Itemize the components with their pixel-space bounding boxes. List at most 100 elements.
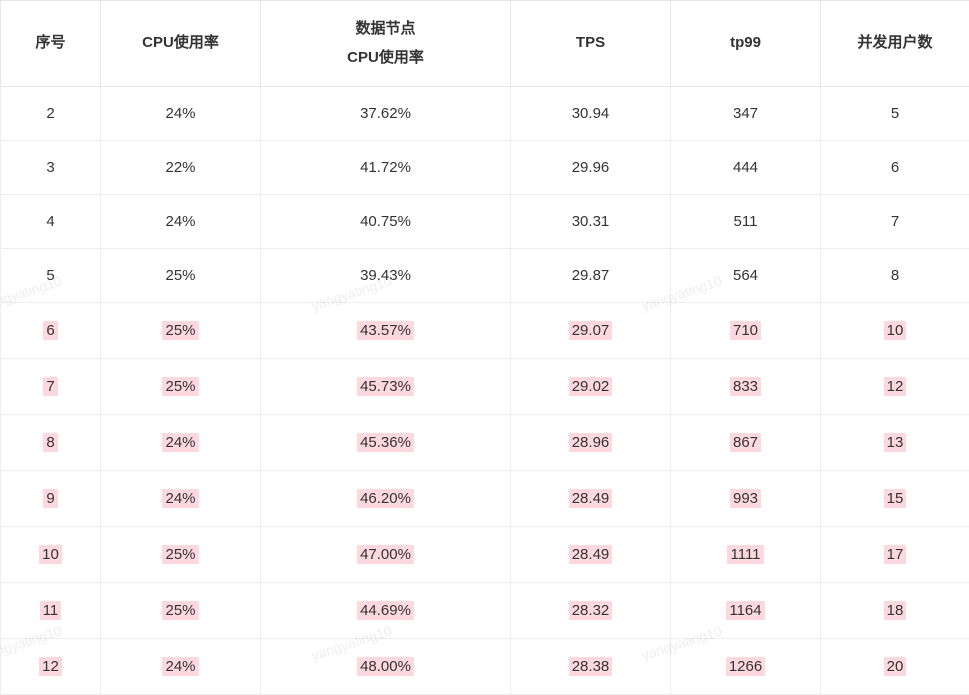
cell-node_cpu: 44.69% <box>261 583 511 639</box>
cell-value: 25% <box>162 545 198 564</box>
header-node-cpu-line1: 数据节点 <box>269 15 502 44</box>
cell-users: 8 <box>821 249 969 303</box>
header-tp99: tp99 <box>671 1 821 87</box>
cell-node_cpu: 37.62% <box>261 87 511 141</box>
cell-value: 867 <box>730 433 761 452</box>
cell-seq: 10 <box>1 527 101 583</box>
table-row: 322%41.72%29.964446 <box>1 141 969 195</box>
cell-value: 40.75% <box>360 213 411 230</box>
header-tps: TPS <box>511 1 671 87</box>
cell-tp99: 347 <box>671 87 821 141</box>
cell-cpu: 25% <box>101 249 261 303</box>
cell-value: 710 <box>730 321 761 340</box>
cell-tps: 28.49 <box>511 527 671 583</box>
cell-value: 25% <box>165 267 195 284</box>
cell-value: 6 <box>891 159 899 176</box>
cell-tps: 28.38 <box>511 639 671 695</box>
cell-node_cpu: 39.43% <box>261 249 511 303</box>
cell-seq: 9 <box>1 471 101 527</box>
cell-tps: 29.02 <box>511 359 671 415</box>
table-row: 7 25% 45.73% 29.02 833 12 <box>1 359 969 415</box>
cell-value: 13 <box>884 433 907 452</box>
header-node-cpu: 数据节点 CPU使用率 <box>261 1 511 87</box>
cell-value: 10 <box>884 321 907 340</box>
cell-value: 25% <box>162 321 198 340</box>
cell-value: 47.00% <box>357 545 414 564</box>
cell-seq: 11 <box>1 583 101 639</box>
cell-seq: 4 <box>1 195 101 249</box>
cell-value: 10 <box>39 545 62 564</box>
cell-value: 30.31 <box>572 213 610 230</box>
table-row: 11 25% 44.69% 28.32 1164 18 <box>1 583 969 639</box>
cell-tp99: 1164 <box>671 583 821 639</box>
cell-value: 511 <box>734 213 758 230</box>
cell-node_cpu: 40.75% <box>261 195 511 249</box>
cell-node_cpu: 45.73% <box>261 359 511 415</box>
cell-tps: 28.49 <box>511 471 671 527</box>
cell-seq: 12 <box>1 639 101 695</box>
cell-seq: 2 <box>1 87 101 141</box>
cell-cpu: 25% <box>101 527 261 583</box>
cell-users: 6 <box>821 141 969 195</box>
cell-value: 25% <box>162 377 198 396</box>
table-row: 424%40.75%30.315117 <box>1 195 969 249</box>
cell-cpu: 24% <box>101 639 261 695</box>
cell-value: 46.20% <box>357 489 414 508</box>
cell-users: 20 <box>821 639 969 695</box>
cell-seq: 8 <box>1 415 101 471</box>
cell-value: 6 <box>43 321 57 340</box>
cell-users: 12 <box>821 359 969 415</box>
cell-node_cpu: 48.00% <box>261 639 511 695</box>
cell-node_cpu: 43.57% <box>261 303 511 359</box>
cell-value: 24% <box>162 657 198 676</box>
cell-tps: 29.87 <box>511 249 671 303</box>
cell-value: 1111 <box>727 545 763 564</box>
cell-value: 3 <box>46 159 54 176</box>
cell-value: 28.49 <box>569 545 613 564</box>
cell-tp99: 710 <box>671 303 821 359</box>
cell-value: 29.87 <box>572 267 610 284</box>
cell-cpu: 25% <box>101 303 261 359</box>
cell-seq: 5 <box>1 249 101 303</box>
cell-value: 4 <box>46 213 54 230</box>
cell-seq: 7 <box>1 359 101 415</box>
cell-tps: 30.31 <box>511 195 671 249</box>
cell-value: 29.02 <box>569 377 613 396</box>
cell-value: 18 <box>884 601 907 620</box>
cell-tps: 28.32 <box>511 583 671 639</box>
cell-value: 45.73% <box>357 377 414 396</box>
cell-value: 993 <box>730 489 761 508</box>
table-row: 625%43.57%29.0771010 <box>1 303 969 359</box>
cell-value: 25% <box>162 601 198 620</box>
cell-value: 44.69% <box>357 601 414 620</box>
cell-value: 43.57% <box>357 321 414 340</box>
cell-value: 20 <box>884 657 907 676</box>
cell-value: 29.96 <box>572 159 610 176</box>
cell-tp99: 1111 <box>671 527 821 583</box>
cell-cpu: 24% <box>101 471 261 527</box>
cell-value: 11 <box>40 601 62 620</box>
cell-cpu: 24% <box>101 87 261 141</box>
performance-table: 序号 CPU使用率 数据节点 CPU使用率 TPS tp99 并发用户数 224… <box>0 0 969 695</box>
cell-users: 13 <box>821 415 969 471</box>
cell-value: 833 <box>730 377 761 396</box>
table-row: 224%37.62%30.943475 <box>1 87 969 141</box>
cell-tp99: 833 <box>671 359 821 415</box>
cell-users: 7 <box>821 195 969 249</box>
cell-node_cpu: 46.20% <box>261 471 511 527</box>
cell-value: 28.32 <box>569 601 613 620</box>
cell-users: 17 <box>821 527 969 583</box>
cell-users: 18 <box>821 583 969 639</box>
cell-value: 39.43% <box>360 267 411 284</box>
cell-value: 15 <box>884 489 907 508</box>
header-seq: 序号 <box>1 1 101 87</box>
table-body: 224%37.62%30.943475322%41.72%29.96444642… <box>1 87 969 695</box>
cell-value: 12 <box>39 657 62 676</box>
cell-cpu: 25% <box>101 359 261 415</box>
cell-value: 24% <box>162 489 198 508</box>
cell-value: 444 <box>733 159 758 176</box>
cell-users: 15 <box>821 471 969 527</box>
cell-users: 10 <box>821 303 969 359</box>
cell-value: 1266 <box>726 657 765 676</box>
table-row: 9 24% 46.20% 28.49 993 15 <box>1 471 969 527</box>
